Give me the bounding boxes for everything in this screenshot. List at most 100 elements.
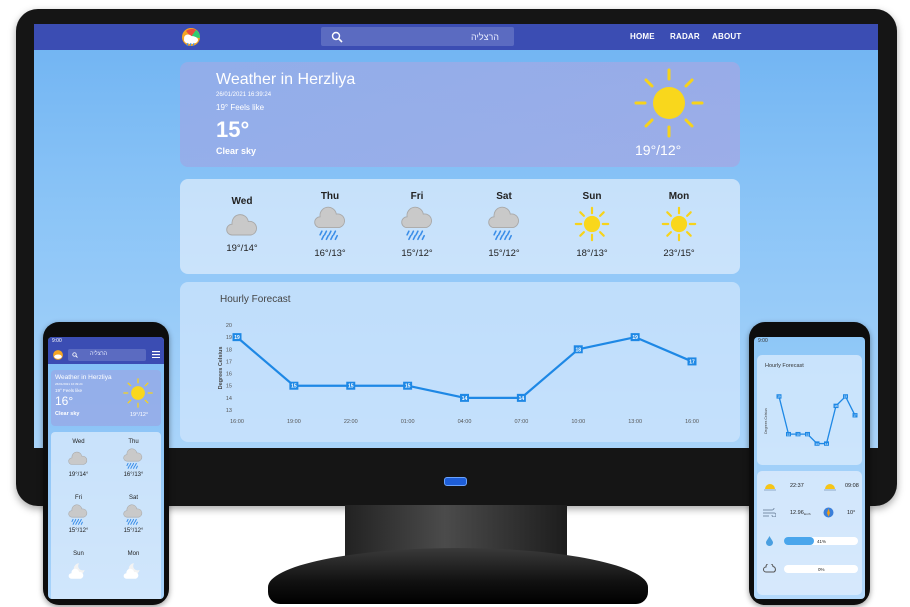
mobile-day-fri[interactable]: Fri 15°/12° (51, 488, 106, 544)
rain-cloud-icon (123, 448, 143, 469)
nav-home-link[interactable]: HOME (630, 32, 655, 41)
data-label: 14 (462, 396, 468, 402)
app-logo-icon[interactable] (52, 349, 64, 361)
rain-cloud-icon (401, 206, 432, 241)
search-input[interactable] (359, 31, 499, 42)
wind-speed: 12.96 (790, 510, 804, 516)
mobile-navbar: הרצליה (48, 346, 164, 364)
day-name: Sun (73, 551, 84, 557)
humidity-bar: 41% (784, 537, 858, 545)
condition-text: Clear sky (55, 411, 80, 417)
day-forecast-thu[interactable]: Thu 16°/13° (286, 179, 374, 274)
day-temp-range: 15°/12° (488, 248, 520, 259)
feels-like: 19° Feels like (55, 388, 83, 393)
mobile-hourly-card: Hourly Forecast Degrees Celsius 19 15 15 15 1… (757, 355, 862, 465)
x-tick-label: 10:00 (571, 419, 585, 425)
data-label: 14 (519, 396, 525, 402)
x-tick-label: 13:00 (628, 419, 642, 425)
day-forecast-mon[interactable]: Mon 23°/15° (635, 179, 723, 274)
day-name: Fri (75, 495, 82, 501)
sun-icon (634, 68, 704, 138)
y-tick-label: 15 (226, 384, 232, 390)
clouds-value: 0% (818, 566, 825, 572)
y-tick-label: 18 (226, 347, 232, 353)
status-bar: 9:00 (48, 337, 164, 346)
y-axis-label: Degrees Celsius (218, 347, 224, 390)
day-name: Sat (128, 495, 138, 501)
mobile-day-thu[interactable]: Thu 16°/13° (106, 432, 161, 488)
cloud-icon (68, 451, 88, 465)
datetime: 26/01/2021 16:39:24 (216, 92, 272, 98)
mobile-day-sat[interactable]: Sat 15°/12° (106, 488, 161, 544)
mobile-day-sun[interactable]: Sun (51, 544, 106, 599)
day-forecast-wed[interactable]: Wed 19°/14° (198, 179, 286, 274)
y-tick-label: 16 (226, 372, 232, 378)
hourly-chart: 1314151617181920Degrees Celsius16:00 19:0… (218, 323, 699, 425)
y-tick-label: 20 (226, 323, 232, 329)
power-indicator (444, 477, 467, 486)
x-tick-label: 04:00 (458, 419, 472, 425)
day-name: Wed (72, 439, 85, 445)
day-forecast-sun[interactable]: Sun 18°/13° (548, 179, 636, 274)
city-title: Weather in Herzliya (55, 374, 112, 381)
left-phone: 9:00 הרצליה Weather in Herzliya 26/01/20… (43, 322, 169, 605)
compass-icon (823, 507, 834, 518)
rain-cloud-icon (314, 206, 345, 241)
nav-radar-link[interactable]: RADAR (670, 32, 700, 41)
right-phone-screen: 9:00 Hourly Forecast Degrees Celsius 19 15… (754, 337, 865, 599)
search-bar[interactable] (321, 27, 514, 46)
day-name: Thu (128, 439, 139, 445)
sun-icon (661, 206, 697, 242)
day-name: Thu (320, 191, 340, 202)
humidity-drop-icon (766, 536, 773, 546)
mobile-search-bar[interactable]: הרצליה (68, 349, 146, 361)
data-label: 15 (348, 384, 354, 390)
status-bar: 9:00 (754, 337, 865, 346)
sunset-time: 09:08 (845, 483, 859, 489)
right-phone: 9:00 Hourly Forecast Degrees Celsius 19 15… (749, 322, 870, 605)
status-time: 9:00 (52, 338, 62, 344)
humidity-bar-fill (784, 537, 815, 545)
data-label: 15 (405, 384, 411, 390)
day-temp-range: 15°/12° (68, 528, 89, 534)
data-label: 19 (777, 395, 781, 399)
mobile-search-input[interactable]: הרצליה (90, 351, 107, 357)
x-tick-label: 22:00 (344, 419, 358, 425)
monitor-stand (268, 548, 648, 604)
data-label: 14 (815, 442, 819, 446)
moon-cloud-icon (123, 563, 140, 579)
condition-text: Clear sky (216, 146, 257, 156)
hourly-forecast-card: Hourly Forecast 13 14 15 16 17 18 19 20 Degrees … (180, 282, 740, 442)
sun-icon (123, 378, 153, 408)
moon-cloud-icon (68, 563, 85, 579)
y-axis-label: Degrees Celsius (764, 408, 768, 434)
data-label: 15 (796, 432, 800, 436)
sun-icon (574, 206, 610, 242)
search-icon[interactable] (72, 352, 78, 358)
data-label: 15 (291, 384, 297, 390)
navbar: HOME RADAR ABOUT (34, 24, 878, 50)
data-label: 17 (689, 359, 695, 365)
sunrise-time: 22:37 (790, 483, 804, 489)
search-icon[interactable] (331, 31, 343, 43)
today-range: 19°/12° (130, 412, 149, 418)
daily-forecast-card: Wed 19°/14° Thu 16°/13° Fri 15°/12° Sat 15°/12°… (180, 179, 740, 274)
x-tick-label: 07:00 (514, 419, 528, 425)
wind-icon (763, 508, 776, 517)
day-forecast-fri[interactable]: Fri 15°/12° (373, 179, 461, 274)
humidity-value: 41% (817, 538, 827, 544)
data-label: 15 (806, 432, 810, 436)
day-temp-range: 18°/13° (576, 248, 608, 259)
mobile-day-mon[interactable]: Mon (106, 544, 161, 599)
series-line (778, 395, 856, 445)
day-name: Wed (231, 196, 253, 207)
day-name: Fri (410, 191, 424, 202)
wind-direction: 10° (847, 510, 856, 516)
rain-cloud-icon (68, 504, 88, 525)
left-phone-screen: 9:00 הרצליה Weather in Herzliya 26/01/20… (48, 337, 164, 599)
app-logo-icon[interactable] (180, 27, 202, 47)
day-forecast-sat[interactable]: Sat 15°/12° (460, 179, 548, 274)
mobile-day-wed[interactable]: Wed 19°/14° (51, 432, 106, 488)
nav-about-link[interactable]: ABOUT (712, 32, 741, 41)
hamburger-menu-icon[interactable] (152, 351, 160, 358)
